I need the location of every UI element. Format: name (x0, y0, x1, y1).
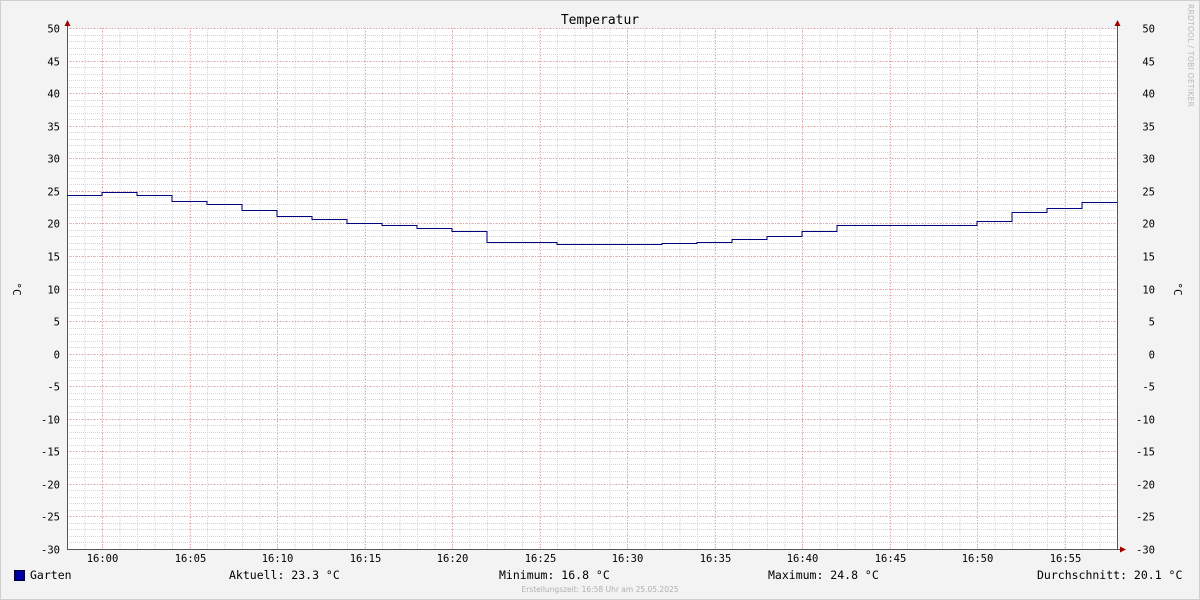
x-tick-label: 16:55 (1050, 553, 1082, 565)
y-tick-label-right: 45 (1142, 57, 1155, 69)
y-axis-right-ticks: 50454035302520151050-5-10-15-20-25-30 (1136, 24, 1155, 557)
y-tick-label-right: 10 (1142, 285, 1155, 297)
y-tick-label-left: 15 (47, 252, 60, 264)
y-axis-arrow-right (1114, 20, 1121, 26)
x-tick-label: 16:45 (875, 553, 907, 565)
chart-svg: 50454035302520151050-5-10-15-20-25-30 50… (10, 13, 1184, 565)
x-tick-label: 16:30 (612, 553, 644, 565)
x-tick-label: 16:50 (962, 553, 994, 565)
stat-maximum: Maximum: 24.8 °C (768, 568, 879, 582)
y-axis-left-ticks: 50454035302520151050-5-10-15-20-25-30 (41, 24, 60, 557)
x-tick-label: 16:05 (175, 553, 207, 565)
y-tick-label-left: 5 (54, 317, 60, 329)
x-tick-label: 16:10 (262, 553, 294, 565)
y-tick-label-right: 30 (1142, 154, 1155, 166)
y-tick-label-left: -30 (41, 545, 60, 557)
y-tick-label-left: -20 (41, 480, 60, 492)
y-tick-label-right: -25 (1136, 512, 1155, 524)
y-tick-label-right: -10 (1136, 415, 1155, 427)
y-axis-label-right: °C (1171, 282, 1184, 295)
y-tick-label-right: 40 (1142, 89, 1155, 101)
rrdtool-watermark: RRDTOOL / TOBI OETIKER (1186, 4, 1195, 108)
y-tick-label-left: 50 (47, 24, 60, 36)
y-tick-label-left: 25 (47, 187, 60, 199)
y-tick-label-left: 30 (47, 154, 60, 166)
y-tick-label-left: -5 (47, 382, 60, 394)
y-tick-label-left: 0 (54, 350, 60, 362)
y-tick-label-right: 0 (1149, 350, 1155, 362)
y-tick-label-left: 35 (47, 122, 60, 134)
x-tick-label: 16:15 (350, 553, 382, 565)
y-axis-arrow-left (64, 20, 71, 26)
y-tick-label-left: -10 (41, 415, 60, 427)
y-axis-label-left: °C (10, 282, 23, 295)
y-tick-label-right: 50 (1142, 24, 1155, 36)
x-tick-label: 16:25 (525, 553, 557, 565)
x-tick-label: 16:35 (700, 553, 732, 565)
x-axis-arrow (1120, 546, 1126, 553)
y-tick-label-right: -5 (1142, 382, 1155, 394)
y-tick-label-right: 5 (1149, 317, 1155, 329)
y-tick-label-right: 20 (1142, 219, 1155, 231)
stat-aktuell: Aktuell: 23.3 °C (229, 568, 340, 582)
y-tick-label-right: 25 (1142, 187, 1155, 199)
y-tick-label-right: 15 (1142, 252, 1155, 264)
legend-swatch-garten (14, 570, 25, 581)
creation-time-note: Erstellungszeit: 16:58 Uhr am 25.05.2025 (521, 585, 679, 594)
y-tick-label-right: 35 (1142, 122, 1155, 134)
legend-label-garten: Garten (30, 568, 72, 582)
y-tick-label-right: -15 (1136, 447, 1155, 459)
legend-row: Garten Aktuell: 23.3 °C Minimum: 16.8 °C… (0, 568, 1200, 584)
y-tick-label-left: 40 (47, 89, 60, 101)
x-tick-label: 16:40 (787, 553, 819, 565)
y-tick-label-left: -25 (41, 512, 60, 524)
stat-minimum: Minimum: 16.8 °C (499, 568, 610, 582)
chart-title: Temperatur (561, 13, 639, 28)
y-tick-label-left: -15 (41, 447, 60, 459)
x-tick-label: 16:00 (87, 553, 119, 565)
y-tick-label-right: -30 (1136, 545, 1155, 557)
x-axis-ticks: 16:00 16:05 16:10 16:15 16:20 16:25 16:30 16:35… (87, 553, 1082, 565)
y-tick-label-left: 10 (47, 285, 60, 297)
stat-durchschnitt: Durchschnitt: 20.1 °C (1037, 568, 1183, 582)
y-tick-label-right: -20 (1136, 480, 1155, 492)
x-tick-label: 16:20 (437, 553, 469, 565)
y-tick-label-left: 20 (47, 219, 60, 231)
y-tick-label-left: 45 (47, 57, 60, 69)
